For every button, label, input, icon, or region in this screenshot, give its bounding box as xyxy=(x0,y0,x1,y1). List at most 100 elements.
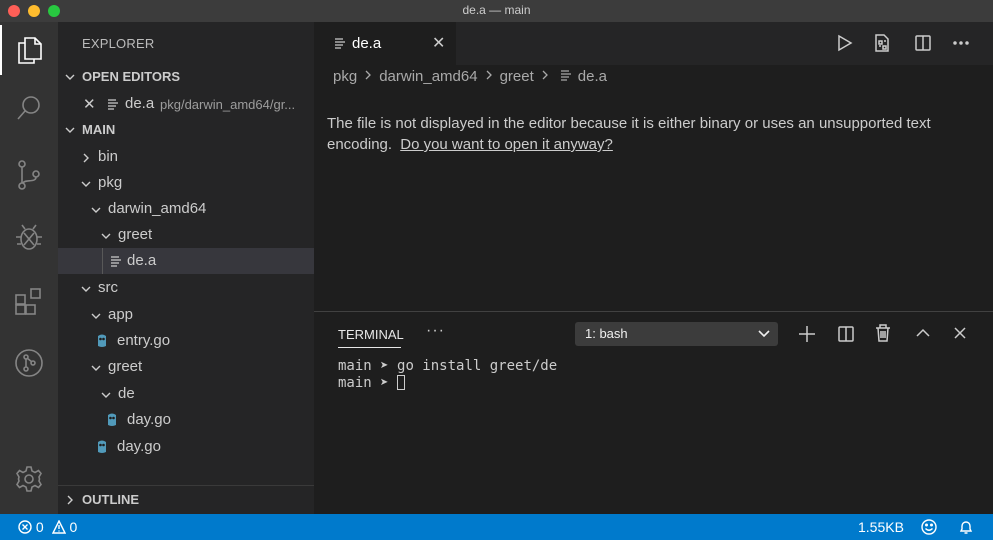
go-gopher-icon xyxy=(98,334,106,347)
bug-icon xyxy=(16,224,42,250)
tree-item-folder[interactable]: app xyxy=(58,302,314,328)
chevron-down-icon xyxy=(65,74,75,80)
tree-item-folder[interactable]: de xyxy=(58,381,314,407)
open-editors-header[interactable]: OPEN EDITORS xyxy=(58,65,314,89)
go-gopher-icon xyxy=(108,413,116,426)
terminal-select[interactable]: 1: bash xyxy=(575,322,778,346)
chevron-right-icon xyxy=(365,70,372,80)
chevron-down-icon xyxy=(91,207,101,213)
close-panel-icon[interactable] xyxy=(953,326,967,340)
file-lines-icon xyxy=(108,99,118,110)
more-actions-icon[interactable] xyxy=(952,34,970,52)
files-icon xyxy=(18,37,42,64)
panel-more-icon[interactable]: ··· xyxy=(426,322,445,340)
gear-icon xyxy=(16,466,42,492)
chevron-down-icon xyxy=(91,313,101,319)
terminal-line: main ➤ xyxy=(338,375,557,392)
explorer-activity[interactable] xyxy=(0,25,58,75)
tab-de-a[interactable]: de.a ✕ xyxy=(314,22,456,65)
terminal-line: main ➤ go install greet/de xyxy=(338,358,558,374)
extensions-icon xyxy=(15,288,41,315)
explorer-title: EXPLORER xyxy=(82,36,155,51)
manage-activity[interactable] xyxy=(0,454,58,504)
open-editor-path: pkg/darwin_amd64/gr... xyxy=(160,97,296,112)
tree-item-folder[interactable]: greet xyxy=(58,222,314,248)
split-editor-icon[interactable] xyxy=(914,34,932,52)
terminal-output[interactable]: main ➤ go install greet/de main ➤ xyxy=(338,358,557,392)
file-size[interactable]: 1.55KB xyxy=(858,519,904,535)
feedback-smiley-icon[interactable] xyxy=(921,519,937,535)
terminal-cursor xyxy=(397,375,406,390)
editor-area: de.a ✕ pkg darwin_amd64 greet de.a The file… xyxy=(314,22,993,515)
new-terminal-icon[interactable] xyxy=(798,325,816,343)
go-gopher-icon xyxy=(98,440,106,453)
extensions-activity[interactable] xyxy=(0,276,58,326)
title-bar: de.a — main xyxy=(0,0,993,23)
search-icon xyxy=(17,96,40,120)
trash-icon[interactable] xyxy=(875,324,891,342)
activity-bar xyxy=(0,22,58,514)
tree-item-folder[interactable]: greet xyxy=(58,354,314,380)
tab-label: de.a xyxy=(352,35,382,52)
tree-item-go-file[interactable]: entry.go xyxy=(58,328,314,354)
warning-count: 0 xyxy=(69,519,78,535)
open-preview-icon[interactable] xyxy=(874,34,890,52)
tree-item-folder[interactable]: src xyxy=(58,275,314,301)
tree-item-go-file[interactable]: day.go xyxy=(58,434,314,460)
outline-header[interactable]: OUTLINE xyxy=(58,488,314,512)
chevron-down-icon xyxy=(101,392,111,398)
search-activity[interactable] xyxy=(0,84,58,134)
active-tab-indicator xyxy=(338,347,401,348)
chevron-right-icon xyxy=(542,70,548,80)
workspace-header[interactable]: MAIN xyxy=(58,118,314,142)
split-terminal-icon[interactable] xyxy=(837,325,855,343)
warning-icon xyxy=(51,520,66,534)
tab-bar: de.a ✕ xyxy=(314,22,993,65)
file-lines-icon xyxy=(335,38,345,49)
breadcrumb-item[interactable]: de.a xyxy=(578,68,607,85)
maximize-panel-icon[interactable] xyxy=(914,326,932,340)
chevron-down-icon xyxy=(65,127,75,133)
file-lines-icon xyxy=(560,70,571,81)
breadcrumb-item[interactable]: greet xyxy=(500,68,534,85)
terminal-select-value: 1: bash xyxy=(585,326,628,341)
binary-file-message: The file is not displayed in the editor … xyxy=(327,113,967,155)
error-icon xyxy=(18,520,32,534)
indent-guide xyxy=(102,248,103,274)
tree-item-folder[interactable]: darwin_amd64 xyxy=(58,196,314,222)
chevron-down-icon xyxy=(81,181,91,187)
tree-item-folder[interactable]: bin xyxy=(58,144,314,170)
tab-close-icon[interactable]: ✕ xyxy=(432,33,445,53)
open-editor-item[interactable]: ✕ de.a pkg/darwin_amd64/gr... xyxy=(58,91,314,117)
window-title: de.a — main xyxy=(462,3,531,17)
problems-indicator[interactable]: 0 0 xyxy=(18,519,77,535)
chevron-down-icon xyxy=(91,365,101,371)
open-anyway-link[interactable]: Do you want to open it anyway? xyxy=(400,136,613,153)
tab-terminal[interactable]: TERMINAL xyxy=(338,327,404,342)
bell-icon[interactable] xyxy=(958,519,974,535)
debug-activity[interactable] xyxy=(0,212,58,262)
source-control-icon xyxy=(18,160,40,190)
chevron-right-icon xyxy=(83,153,89,163)
breadcrumb-item[interactable]: darwin_amd64 xyxy=(379,68,477,85)
chevron-down-icon xyxy=(101,233,111,239)
close-icon[interactable]: ✕ xyxy=(83,95,96,113)
breadcrumb-item[interactable]: pkg xyxy=(333,68,357,85)
git-graph-activity[interactable] xyxy=(0,338,58,388)
run-icon[interactable] xyxy=(836,34,854,52)
status-bar: 0 0 1.55KB xyxy=(0,514,993,540)
source-control-activity[interactable] xyxy=(0,150,58,200)
terminal-panel: TERMINAL ··· 1: bash main ➤ go install g… xyxy=(314,311,993,515)
explorer-sidebar: EXPLORER OPEN EDITORS ✕ de.a pkg/darwin_… xyxy=(58,22,314,514)
git-graph-icon xyxy=(15,349,43,377)
file-lines-icon xyxy=(111,256,121,267)
outline-divider xyxy=(58,485,314,486)
error-count: 0 xyxy=(35,519,44,535)
open-editor-name: de.a xyxy=(125,95,155,112)
tree-item-file-selected[interactable]: de.a xyxy=(58,248,314,274)
chevron-down-icon xyxy=(81,286,91,292)
tree-item-folder[interactable]: pkg xyxy=(58,170,314,196)
tree-item-go-file[interactable]: day.go xyxy=(58,407,314,433)
chevron-right-icon xyxy=(486,70,492,80)
breadcrumb: pkg darwin_amd64 greet de.a xyxy=(333,68,611,85)
